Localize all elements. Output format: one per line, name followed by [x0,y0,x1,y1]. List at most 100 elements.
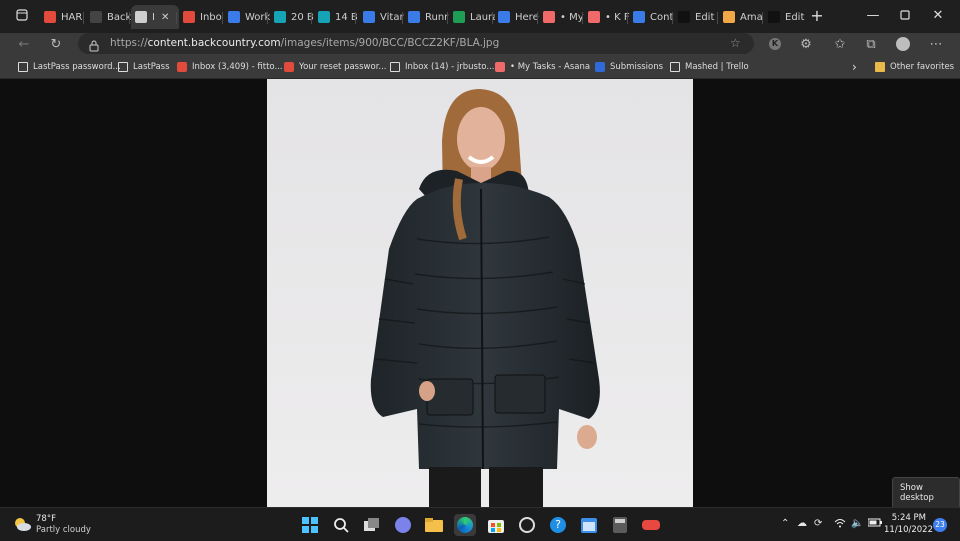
sheets-icon [453,11,465,23]
help-app-icon[interactable]: ? [547,514,569,536]
page-icon [670,62,680,72]
tab-1[interactable]: HAR [40,5,86,29]
task-view-icon[interactable] [361,514,383,536]
tab-3[interactable]: I ✕ [131,5,179,29]
calendar-icon[interactable] [578,514,600,536]
bookmark-item[interactable]: Inbox (3,409) - fitto... [177,60,283,74]
tab-6[interactable]: 20 B [270,5,314,29]
bookmarks-bar: LastPass password... LastPass Inbox (3,409… [0,55,960,79]
tab-bar: HAR BackI✕ InboWork20 B14 B Vitar RunrLaura H… [0,0,960,33]
tab-8[interactable]: Vitar [359,5,405,29]
bookmarks-overflow-chevron-icon[interactable]: › [852,60,857,74]
medium-icon [768,11,780,23]
tab-10[interactable]: Laura [449,5,495,29]
weather-widget[interactable]: 78°F Partly cloudy [10,513,110,537]
maximize-button[interactable] [890,4,920,26]
clock-time: 5:24 PM [891,513,926,523]
tab-5[interactable]: Work [224,5,270,29]
gmail-icon [44,11,56,23]
file-explorer-icon[interactable] [423,514,445,536]
back-arrow-icon[interactable]: ← [13,33,35,55]
bookmark-item[interactable]: LastPass password... [18,60,121,74]
notification-badge[interactable]: 23 [933,518,947,532]
medium-icon [678,11,690,23]
docs-icon [363,11,375,23]
p-icon [318,11,330,23]
page-icon [118,62,128,72]
bookmark-item[interactable]: Submissions [595,60,663,74]
tab-label: Here [515,11,539,23]
docs-icon [633,11,645,23]
page-icon [135,11,147,23]
close-tab-icon[interactable]: ✕ [161,12,169,23]
minimize-button[interactable]: — [858,4,888,26]
tab-separator [267,12,268,24]
tab-12[interactable]: • My [539,5,585,29]
new-tab-button[interactable]: + [802,4,832,26]
edge-browser-icon[interactable] [454,514,476,536]
refresh-icon[interactable]: ↻ [45,33,67,55]
partly-cloudy-icon [12,516,32,536]
pinned-app-icon[interactable] [640,514,662,536]
asana-icon [543,11,555,23]
close-window-button[interactable]: ✕ [923,4,953,26]
tab-9[interactable]: Runr [404,5,450,29]
bookmark-item[interactable]: Mashed | Trello [670,60,749,74]
sync-icon[interactable]: ⟳ [814,518,822,529]
bookmark-item[interactable]: Inbox (14) - jrbusto... [390,60,494,74]
microsoft-store-icon[interactable] [485,514,507,536]
tab-15[interactable]: Edit [674,5,720,29]
amazon-icon [723,11,735,23]
tab-7[interactable]: 14 B [314,5,358,29]
url-text: https://content.backcountry.com/images/i… [110,37,500,49]
tab-label: Runr [425,11,449,23]
tab-separator [402,12,403,24]
tab-separator [176,12,177,24]
tab-separator [222,12,223,24]
more-menu-icon[interactable]: ⋯ [925,33,947,55]
product-photo[interactable] [267,79,693,507]
tab-4[interactable]: Inbo [179,5,225,29]
profile-k-icon[interactable]: K [764,33,786,55]
bookmark-label: Mashed | Trello [685,62,749,72]
tab-label: Vitar [380,11,404,23]
tab-actions-icon[interactable] [7,4,37,26]
other-favorites[interactable]: Other favorites [875,60,954,74]
search-icon[interactable] [330,514,352,536]
volume-icon[interactable]: 🔈 [851,518,863,529]
show-desktop-tooltip: Show desktop [892,477,960,509]
clock[interactable]: 5:24 PM 11/10/2022 [884,513,933,535]
address-bar[interactable]: https://content.backcountry.com/images/i… [78,33,754,54]
onedrive-cloud-icon[interactable]: ☁ [797,518,807,529]
tab-14[interactable]: Cont [629,5,675,29]
gmail-icon [284,62,294,72]
lock-icon[interactable] [89,37,99,56]
tab-label: Inbo [200,11,222,23]
favorites-icon[interactable]: ✩ [829,33,851,55]
bookmark-item[interactable]: Your reset passwor... [284,60,387,74]
collections-icon[interactable]: ⧉ [860,33,882,55]
tab-13[interactable]: • K F [584,5,630,29]
p-icon [274,11,286,23]
tab-16[interactable]: Ama [719,5,765,29]
tab-label: • K F [605,11,630,23]
avatar[interactable] [892,33,914,55]
app-a-icon[interactable] [516,514,538,536]
tab-11[interactable]: Here [494,5,540,29]
tab-label: Edit [695,11,715,23]
calculator-icon[interactable] [609,514,631,536]
bookmark-label: Your reset passwor... [299,62,387,72]
bookmark-item[interactable]: • My Tasks - Asana [495,60,590,74]
tab-separator [83,12,84,24]
favorite-star-icon[interactable]: ☆ [730,36,741,50]
extensions-icon[interactable]: ⚙ [795,33,817,55]
start-button-windows-icon[interactable] [299,514,321,536]
tab-2[interactable]: Back [86,5,132,29]
show-hidden-icons-chevron-icon[interactable]: ⌃ [781,518,789,529]
teams-chat-icon[interactable] [392,514,414,536]
bookmark-label: Inbox (14) - jrbusto... [405,62,495,72]
bookmark-item[interactable]: LastPass [118,60,170,74]
tab-label: Back [107,11,132,23]
wifi-icon[interactable] [834,518,846,531]
battery-icon[interactable] [867,518,882,530]
